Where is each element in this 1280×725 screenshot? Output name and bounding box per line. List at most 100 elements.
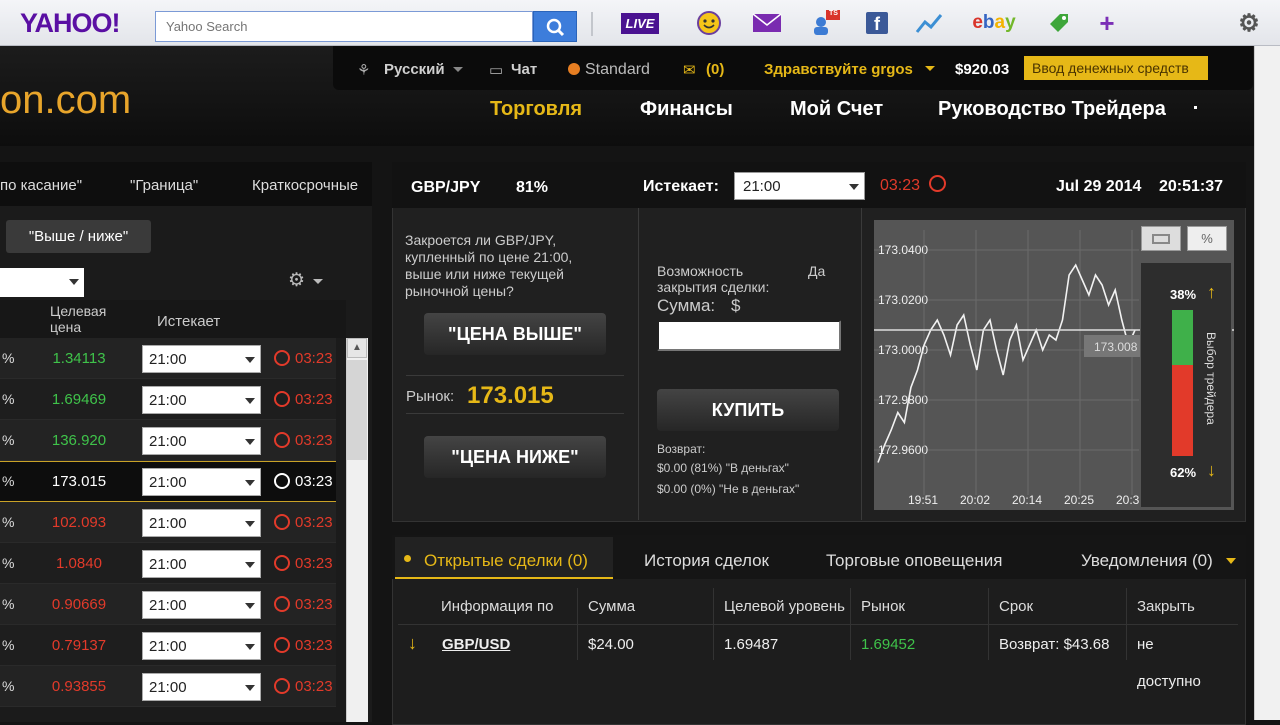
row-countdown: 03:23 [295,596,333,613]
nav-guide[interactable]: Руководство Трейдера [938,98,1166,121]
ebay-icon[interactable]: ebay [968,10,1020,36]
chevron-down-icon [245,439,255,445]
high-low-button[interactable]: "Выше / ниже" [6,220,151,253]
target-price: 1.0840 [56,555,102,572]
expiry-select[interactable]: 21:00 [142,550,261,578]
tab-touch[interactable]: по касание" [0,177,82,194]
search-button[interactable] [533,11,577,42]
live-button[interactable]: LIVE [617,10,663,36]
col-amount: Сумма [588,598,636,615]
row-countdown: 03:23 [295,678,333,695]
price-up-button[interactable]: "ЦЕНА ВЫШЕ" [424,313,606,355]
add-icon[interactable]: + [1092,8,1122,38]
x-tick-label: 19:51 [908,493,938,507]
trade-amount: $24.00 [588,636,634,653]
balance: $920.03 [955,61,1010,78]
expiry-value: 21:00 [149,597,187,614]
row-countdown: 03:23 [295,473,333,490]
expiry-select[interactable]: 21:00 [142,509,261,537]
col-expires: Истекает [157,313,221,330]
arrow-up-icon: ↑ [1207,282,1216,302]
yahoo-logo[interactable]: YAHOO! [20,8,121,39]
tab-boundary[interactable]: "Граница" [130,177,198,194]
expiry-select[interactable]: 21:00 [142,632,261,660]
deposit-button[interactable]: Ввод денежных средств [1024,56,1208,80]
expiry-select[interactable]: 21:00 [142,386,261,414]
current-price-label: 173.008 [1094,340,1138,354]
account-level[interactable]: Standard [585,61,650,79]
settings-gear-icon[interactable]: ⚙ [288,269,305,292]
asset-filter-select[interactable] [0,268,84,297]
nav-trading[interactable]: Торговля [490,98,582,121]
col-target: Целевая цена [50,303,107,335]
tab-short-term[interactable]: Краткосрочные [252,177,358,194]
y-tick-label: 173.0200 [878,293,928,307]
expiry-select[interactable]: 21:00 [142,345,261,373]
chart-type-button[interactable] [1141,226,1181,251]
tab-trade-alerts[interactable]: Торговые оповещения [826,551,1002,571]
target-price: 1.34113 [52,350,106,367]
page-scrollbar[interactable] [1254,46,1280,720]
chevron-down-icon [313,279,323,284]
tag-icon[interactable] [1044,10,1074,36]
gear-icon[interactable]: ⚙ [1234,10,1264,37]
globe-icon: ⚘ [357,62,371,79]
nav-finance[interactable]: Финансы [640,98,733,121]
chat-link[interactable]: Чат [511,61,537,78]
chevron-down-icon [245,562,255,568]
search-input[interactable] [155,11,533,42]
expiry-select[interactable]: 21:00 [142,468,261,496]
finance-icon[interactable] [914,10,944,36]
nav-account[interactable]: Мой Счет [790,98,883,121]
expiry-select[interactable]: 21:00 [734,172,865,200]
market-price: 173.015 [467,382,554,409]
target-price: 136.920 [51,432,107,449]
payout-percent: % [2,350,15,366]
payout-percent: % [2,555,15,571]
badge: TS [829,10,838,17]
arrow-down-icon: ↓ [1207,460,1216,480]
expiry-select[interactable]: 21:00 [142,673,261,701]
contacts-icon[interactable]: TS [810,10,840,36]
greeting-menu[interactable]: Здравствуйте grgos [764,61,913,78]
scrollbar[interactable]: ▲ [346,338,368,722]
mail-icon[interactable] [752,10,782,36]
chevron-down-icon [245,398,255,404]
site-logo[interactable]: on.com [0,78,131,123]
envelope-icon: ✉ [683,62,696,79]
scroll-thumb[interactable] [347,360,367,460]
facebook-icon[interactable]: f [862,10,892,36]
expiry-value: 21:00 [149,556,187,573]
x-tick-label: 20:14 [1012,493,1042,507]
expiry-value: 21:00 [149,474,187,491]
trade-asset-link[interactable]: GBP/USD [442,636,510,653]
expiry-value: 21:00 [149,638,187,655]
arrow-down-icon: ↓ [408,633,417,653]
tab-open-trades[interactable]: Открытые сделки (0) [424,551,588,571]
col-info: Информация по [441,598,554,615]
chevron-down-icon [245,685,255,691]
messages-count[interactable]: (0) [706,61,724,78]
tab-trade-history[interactable]: История сделок [644,551,769,571]
expiry-select[interactable]: 21:00 [142,427,261,455]
messenger-icon[interactable] [694,10,724,36]
active-dot-icon [404,555,411,562]
language-selector[interactable]: Русский [384,61,445,78]
target-price: 102.093 [51,514,107,531]
scroll-up-icon[interactable]: ▲ [347,338,367,358]
y-tick-label: 173.0400 [878,243,928,257]
payout-percent: % [2,473,15,489]
buy-button[interactable]: КУПИТЬ [657,389,839,431]
clock-icon [274,596,290,612]
clock-icon [274,678,290,694]
tab-notifications[interactable]: Уведомления (0) [1081,551,1213,571]
nav-dot [1194,106,1197,109]
early-close-label: Возможность закрытия сделки: [657,263,770,295]
target-price: 0.90669 [51,596,107,613]
price-down-button[interactable]: "ЦЕНА НИЖЕ" [424,436,606,478]
percent-button[interactable]: % [1187,226,1227,251]
search-icon [546,18,565,37]
row-countdown: 03:23 [295,391,333,408]
amount-input[interactable] [657,320,841,351]
expiry-select[interactable]: 21:00 [142,591,261,619]
